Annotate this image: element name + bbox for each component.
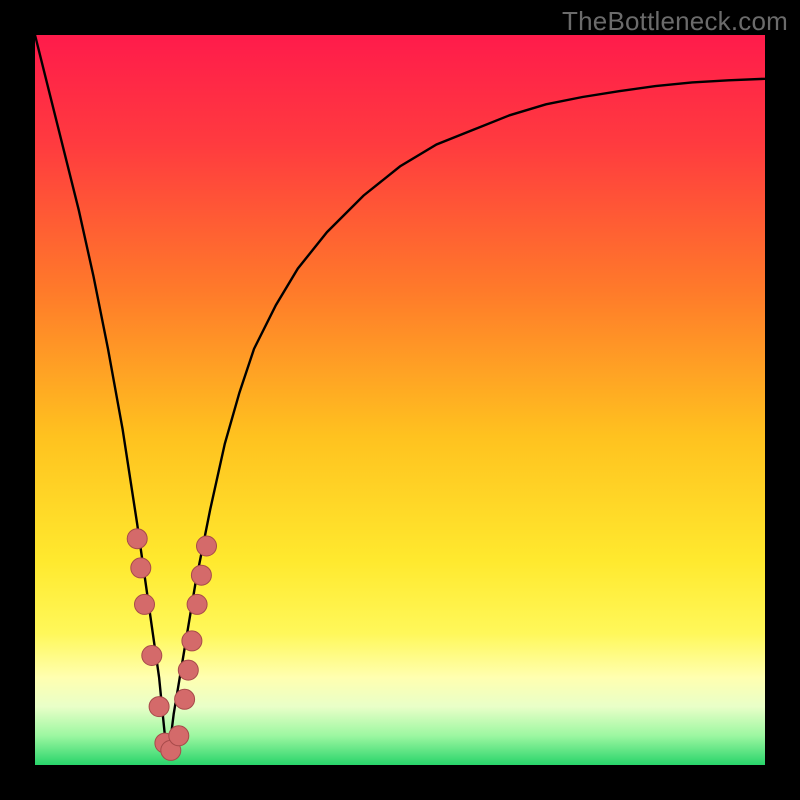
highlight-marker: [197, 536, 217, 556]
bottleneck-curve: [35, 35, 765, 750]
highlight-marker: [175, 689, 195, 709]
highlight-marker: [182, 631, 202, 651]
highlight-marker: [127, 529, 147, 549]
highlight-marker: [191, 565, 211, 585]
highlight-marker: [187, 594, 207, 614]
highlight-marker: [149, 697, 169, 717]
highlight-marker: [135, 594, 155, 614]
highlight-marker: [169, 726, 189, 746]
watermark-text: TheBottleneck.com: [562, 6, 788, 37]
highlight-marker: [142, 646, 162, 666]
plot-area: [35, 35, 765, 765]
chart-frame: TheBottleneck.com: [0, 0, 800, 800]
highlight-marker: [178, 660, 198, 680]
highlight-marker: [131, 558, 151, 578]
curve-layer: [35, 35, 765, 765]
